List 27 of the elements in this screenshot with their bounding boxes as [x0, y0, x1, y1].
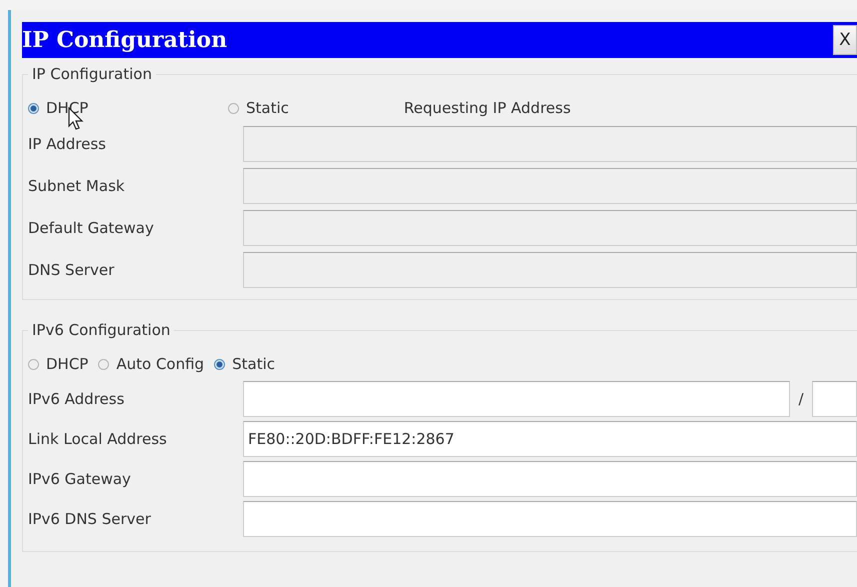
field-label: IPv6 DNS Server: [28, 510, 152, 528]
radio-icon[interactable]: [28, 358, 39, 370]
field-label: IP Address: [28, 135, 107, 153]
field-label: Default Gateway: [28, 219, 155, 237]
radio-option[interactable]: Static: [228, 99, 289, 117]
field-label: Link Local Address: [28, 430, 168, 448]
radio-icon[interactable]: [228, 102, 239, 114]
radio-option[interactable]: DHCP: [28, 99, 228, 117]
input-field[interactable]: [243, 381, 790, 417]
radio-option[interactable]: Auto Config: [98, 355, 204, 373]
radio-icon[interactable]: [28, 102, 39, 114]
window-title: IP Configuration: [22, 27, 228, 53]
close-button[interactable]: X: [833, 25, 857, 55]
field-label: IPv6 Address: [28, 390, 126, 408]
status-text: Requesting IP Address: [404, 99, 571, 117]
radio-icon[interactable]: [214, 358, 226, 370]
field-label: DNS Server: [28, 261, 116, 279]
radio-option[interactable]: DHCP: [28, 355, 88, 373]
radio-icon[interactable]: [98, 358, 110, 370]
field-label: Subnet Mask: [28, 177, 126, 195]
prefix-field[interactable]: [812, 381, 857, 417]
input-field[interactable]: [243, 461, 857, 497]
separator-text: /: [797, 390, 805, 408]
input-field[interactable]: [243, 501, 857, 537]
field-label: IPv6 Gateway: [28, 470, 132, 488]
radio-option[interactable]: Static: [214, 355, 275, 373]
input-field[interactable]: FE80::20D:BDFF:FE12:2867: [243, 421, 857, 457]
